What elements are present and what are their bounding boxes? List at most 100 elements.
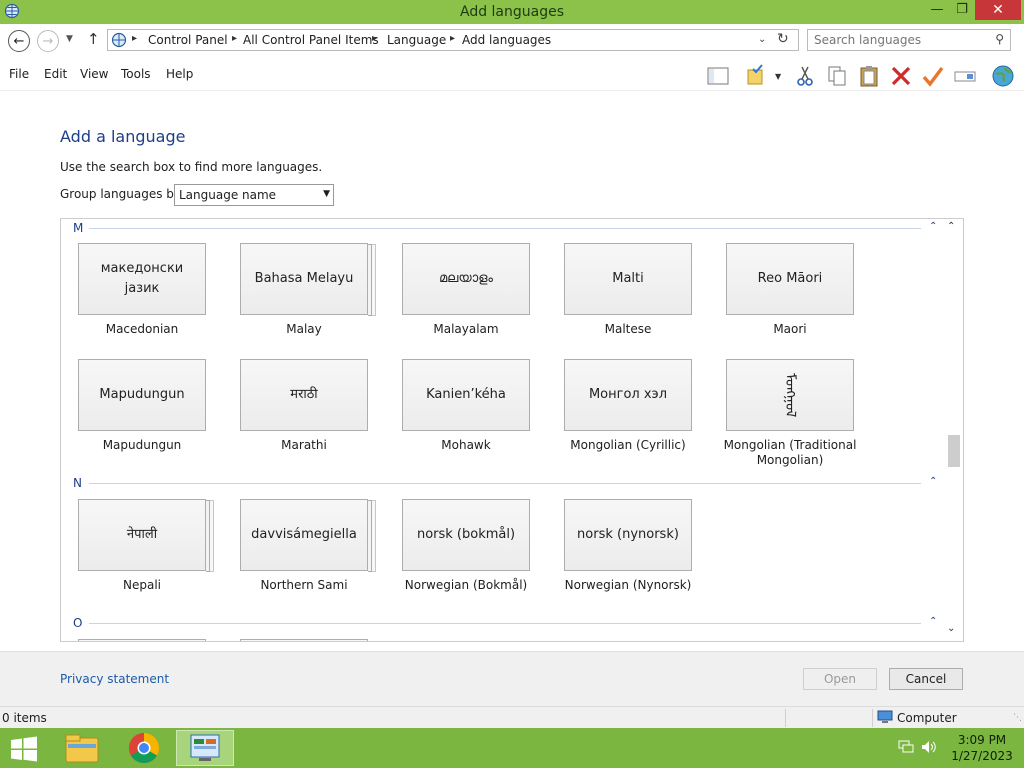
taskbar-file-explorer[interactable] <box>54 730 112 766</box>
volume-icon[interactable] <box>921 740 937 754</box>
language-name-norwegian-bokmal: Norwegian (Bokmål) <box>404 578 528 592</box>
dialog-footer: Privacy statement Open Cancel <box>0 651 1024 707</box>
computer-icon <box>877 710 893 723</box>
scroll-up-icon[interactable]: ⌃ <box>947 221 955 232</box>
collapse-group-icon[interactable]: ⌃ <box>929 221 937 232</box>
language-tile-mongolian-traditional[interactable]: ᠮᠣᠩᠭᠣᠯ <box>726 359 854 431</box>
language-tile-malay[interactable]: Bahasa Melayu <box>240 243 376 316</box>
menu-help[interactable]: Help <box>166 67 193 81</box>
scroll-down-icon[interactable]: ⌄ <box>947 623 955 634</box>
language-tile-norwegian-nynorsk[interactable]: norsk (nynorsk) <box>564 499 692 571</box>
language-name-malay: Malay <box>286 322 322 336</box>
search-icon[interactable]: ⚲ <box>995 32 1004 46</box>
rename-icon[interactable] <box>953 64 977 88</box>
language-tile-partial[interactable] <box>78 639 206 641</box>
forward-arrow-icon: → <box>42 34 54 49</box>
delete-icon[interactable] <box>889 64 913 88</box>
language-name-malayalam: Malayalam <box>433 322 499 336</box>
language-name-marathi: Marathi <box>281 438 327 452</box>
language-tile-maltese[interactable]: Malti <box>564 243 692 315</box>
collapse-group-icon[interactable]: ⌃ <box>929 616 937 627</box>
control-panel-icon <box>111 32 127 48</box>
refresh-icon[interactable]: ↻ <box>777 31 789 47</box>
properties-icon[interactable] <box>745 64 769 88</box>
resize-grip-icon[interactable]: ⋱ <box>1013 713 1022 723</box>
back-arrow-icon: ← <box>13 34 25 49</box>
window-title: Add languages <box>459 4 565 20</box>
control-panel-icon <box>190 734 220 761</box>
language-name-mongolian-cyrillic: Mongolian (Cyrillic) <box>570 438 686 452</box>
language-tile-northern-sami[interactable]: davvisámegiella <box>240 499 376 572</box>
maximize-button[interactable]: ❐ <box>950 0 974 20</box>
scrollbar-thumb[interactable] <box>948 435 960 467</box>
language-tile-norwegian-bokmal[interactable]: norsk (bokmål) <box>402 499 530 571</box>
group-header-o: O <box>73 616 83 630</box>
checkmark-icon[interactable] <box>921 64 945 88</box>
language-tile-mongolian-cyrillic[interactable]: Монгол хэл <box>564 359 692 431</box>
language-tile-macedonian[interactable]: македонски јазик <box>78 243 206 315</box>
group-divider <box>89 228 921 229</box>
clock-date: 1/27/2023 <box>951 749 1013 763</box>
privacy-statement-link[interactable]: Privacy statement <box>60 672 169 686</box>
clock-time: 3:09 PM <box>957 733 1007 747</box>
cancel-button[interactable]: Cancel <box>889 668 963 690</box>
language-tile-maori[interactable]: Reo Māori <box>726 243 854 315</box>
group-by-select[interactable]: Language name ▼ <box>174 184 334 206</box>
recent-pages-dropdown-icon[interactable]: ▼ <box>66 34 73 44</box>
copy-icon[interactable] <box>825 64 849 88</box>
item-count: 0 items <box>2 711 47 725</box>
collapse-group-icon[interactable]: ⌃ <box>929 476 937 487</box>
address-bar[interactable]: ▸ Control Panel ▸ All Control Panel Item… <box>107 29 799 51</box>
group-header-m: M <box>73 221 84 235</box>
properties-dropdown-icon[interactable]: ▼ <box>775 72 781 81</box>
breadcrumb-control-panel[interactable]: Control Panel <box>148 33 228 47</box>
language-tile-nepali[interactable]: नेपाली <box>78 499 214 572</box>
language-tile-mohawk[interactable]: Kanien’kéha <box>402 359 530 431</box>
language-tile-partial[interactable] <box>240 639 368 641</box>
language-tile-mapudungun[interactable]: Mapudungun <box>78 359 206 431</box>
language-name-macedonian: Macedonian <box>105 322 179 336</box>
minimize-button[interactable]: — <box>925 0 949 20</box>
open-button[interactable]: Open <box>803 668 877 690</box>
address-row: ← → ▼ ↑ ▸ Control Panel ▸ All Control Pa… <box>0 24 1024 60</box>
taskbar-chrome[interactable] <box>115 730 173 766</box>
breadcrumb-all-items[interactable]: All Control Panel Items <box>243 33 379 47</box>
menu-file[interactable]: File <box>9 67 29 81</box>
globe-icon[interactable] <box>991 64 1015 88</box>
mongolian-script-text: ᠮᠣᠩᠭᠣᠯ <box>782 372 798 418</box>
group-divider <box>89 623 921 624</box>
menu-view[interactable]: View <box>80 67 108 81</box>
paste-icon[interactable] <box>857 64 881 88</box>
page-title: Add a language <box>60 127 186 146</box>
instruction-text: Use the search box to find more language… <box>60 160 323 174</box>
breadcrumb-language[interactable]: Language <box>387 33 446 47</box>
breadcrumb-add-languages[interactable]: Add languages <box>462 33 551 47</box>
search-input[interactable] <box>814 32 984 48</box>
search-box[interactable]: ⚲ <box>807 29 1011 51</box>
title-bar: Add languages — ❐ ✕ <box>0 0 1024 24</box>
menu-edit[interactable]: Edit <box>44 67 67 81</box>
cut-icon[interactable] <box>793 64 817 88</box>
menu-tools[interactable]: Tools <box>121 67 151 81</box>
language-name-northern-sami: Northern Sami <box>260 578 348 592</box>
language-name-nepali: Nepali <box>123 578 161 592</box>
menu-bar: File Edit View Tools Help ▼ <box>0 60 1024 91</box>
status-divider <box>872 709 873 727</box>
language-tile-malayalam[interactable]: മലയാളം <box>402 243 530 315</box>
back-button[interactable]: ← <box>8 30 30 52</box>
taskbar-control-panel[interactable] <box>176 730 234 766</box>
forward-button[interactable]: → <box>37 30 59 52</box>
address-dropdown-icon[interactable]: ⌄ <box>758 34 766 45</box>
system-clock[interactable]: 3:09 PM 1/27/2023 <box>944 732 1020 764</box>
language-list: M ⌃ македонски јазик Macedonian Bahasa M… <box>60 218 964 642</box>
language-tile-marathi[interactable]: मराठी <box>240 359 368 431</box>
layout-icon[interactable] <box>706 64 730 88</box>
vertical-scrollbar[interactable]: ⌃ ⌄ <box>944 219 962 641</box>
breadcrumb-separator-icon: ▸ <box>372 33 378 44</box>
breadcrumb-separator-icon: ▸ <box>232 33 238 44</box>
close-button[interactable]: ✕ <box>975 0 1021 20</box>
windows-start-icon[interactable] <box>10 736 38 762</box>
up-arrow-icon[interactable]: ↑ <box>87 30 100 48</box>
network-icon[interactable] <box>898 740 914 754</box>
folder-icon <box>65 734 99 763</box>
